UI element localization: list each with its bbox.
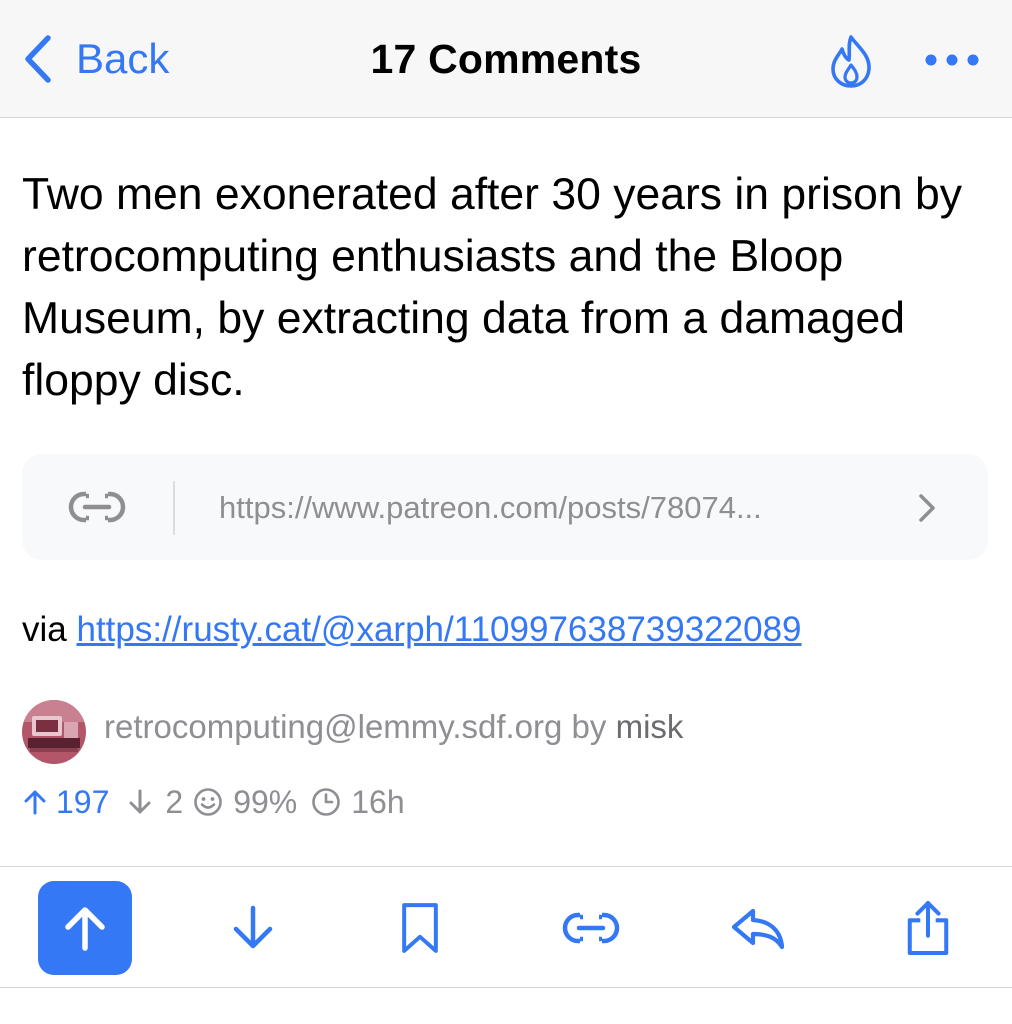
more-icon	[925, 54, 979, 66]
arrow-down-icon	[129, 789, 151, 814]
arrow-up-icon	[24, 790, 46, 815]
downvote-value: 2	[165, 783, 184, 820]
navigation-bar: Back 17 Comments	[0, 0, 1012, 118]
reply-icon	[731, 908, 785, 950]
community-avatar[interactable]	[22, 700, 86, 764]
bookmark-icon	[402, 903, 438, 953]
more-button[interactable]	[924, 50, 980, 70]
via-prefix: via	[22, 610, 67, 649]
link-url: https://www.patreon.com/posts/78074...	[219, 490, 762, 525]
share-button[interactable]	[881, 881, 975, 975]
link-card[interactable]: https://www.patreon.com/posts/78074...	[22, 454, 988, 560]
post-meta: retrocomputing@lemmy.sdf.org by misk	[104, 708, 683, 746]
smiley-icon	[194, 788, 222, 816]
bookmark-button[interactable]	[373, 881, 467, 975]
clock-icon	[312, 788, 341, 816]
upvote-count: 197	[24, 784, 109, 821]
community-name[interactable]: retrocomputing@lemmy.sdf.org	[104, 708, 562, 745]
link-icon	[562, 912, 620, 944]
upvote-icon	[65, 907, 105, 951]
downvote-button[interactable]	[206, 881, 300, 975]
flame-button[interactable]	[828, 33, 874, 89]
upvote-button[interactable]	[38, 881, 132, 975]
link-card-divider	[173, 481, 175, 535]
post-title: Two men exonerated after 30 years in pri…	[22, 170, 962, 405]
ratio-value: 99%	[233, 783, 298, 820]
post-age: 16h	[311, 783, 405, 821]
age-value: 16h	[351, 783, 405, 820]
chevron-right-icon	[919, 494, 935, 522]
community-avatar-image	[22, 700, 86, 764]
via-link[interactable]: https://rusty.cat/@xarph/110997638739322…	[76, 610, 801, 649]
flame-icon	[831, 35, 871, 88]
via-line: via https://rusty.cat/@xarph/11099763873…	[22, 610, 802, 650]
downvote-count: 2	[129, 784, 183, 821]
by-label: by	[571, 708, 607, 745]
upvote-value: 197	[56, 783, 110, 820]
downvote-icon	[233, 905, 273, 949]
share-icon	[907, 901, 949, 955]
author-name[interactable]: misk	[616, 708, 684, 745]
action-toolbar	[0, 866, 1012, 988]
reply-button[interactable]	[711, 881, 805, 975]
post-stats: 197 2 99% 16h	[24, 780, 405, 824]
upvote-ratio: 99%	[193, 784, 297, 821]
link-icon	[68, 491, 126, 523]
link-button[interactable]	[544, 881, 638, 975]
